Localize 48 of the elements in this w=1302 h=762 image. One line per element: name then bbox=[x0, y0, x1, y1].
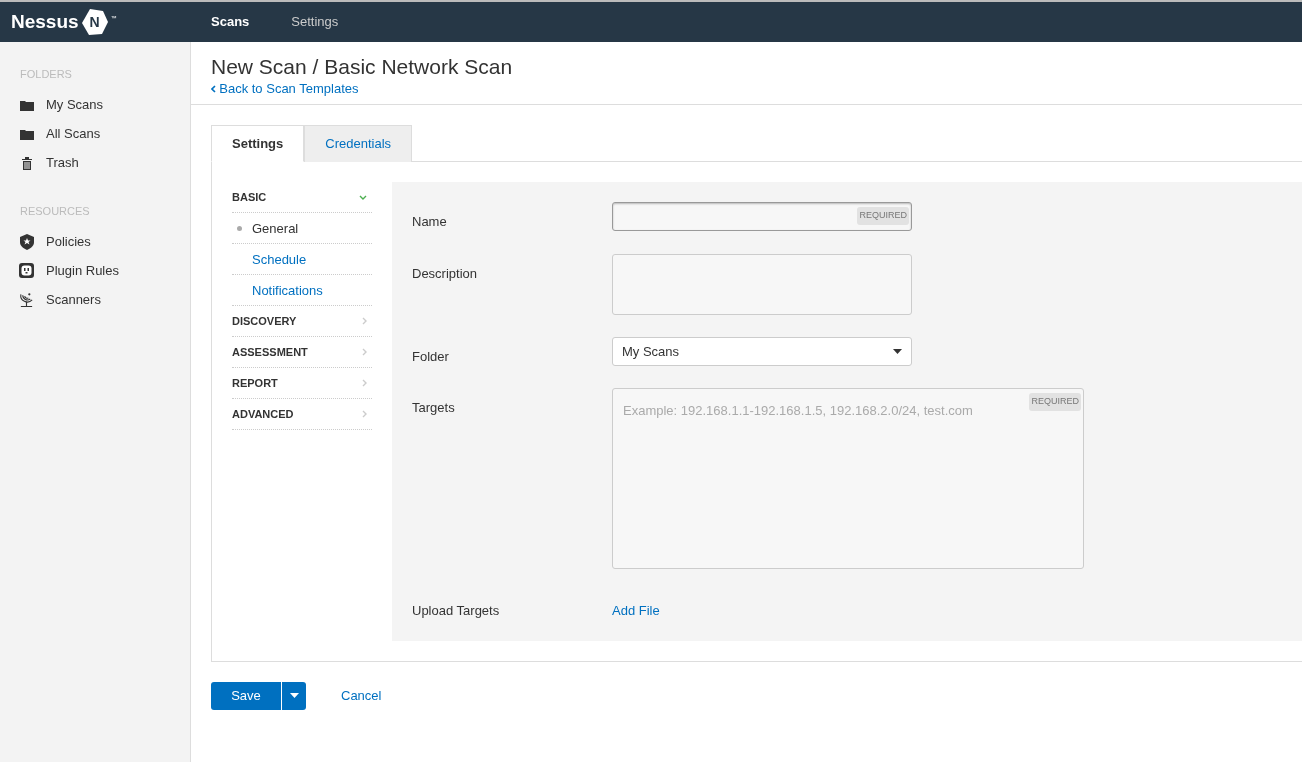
name-field[interactable] bbox=[612, 202, 912, 232]
required-badge: REQUIRED bbox=[1029, 393, 1081, 411]
logo-text: Nessus bbox=[11, 9, 79, 34]
logo-mark: N bbox=[80, 8, 109, 36]
settings-subitem[interactable]: Schedule bbox=[232, 244, 372, 276]
save-options-button[interactable] bbox=[282, 681, 306, 710]
sidebar-item[interactable]: Policies bbox=[0, 227, 190, 256]
settings-section[interactable]: ASSESSMENT bbox=[232, 337, 372, 369]
sidebar-item[interactable]: Plugin Rules bbox=[0, 256, 190, 285]
save-button[interactable]: Save bbox=[211, 681, 281, 710]
field-label: Upload Targets bbox=[412, 603, 500, 619]
field-label: Name bbox=[412, 214, 447, 230]
sidebar-item[interactable]: Scanners bbox=[0, 285, 190, 314]
sidebar-heading: FOLDERS bbox=[19, 67, 73, 82]
sidebar-item[interactable]: My Scans bbox=[0, 90, 190, 120]
bullet-icon bbox=[237, 226, 242, 232]
nav-link[interactable]: Scans bbox=[190, 12, 271, 32]
chevron-left-icon bbox=[211, 85, 216, 94]
required-badge: REQUIRED bbox=[857, 207, 909, 225]
nav-link[interactable]: Settings bbox=[270, 12, 360, 32]
field-label: Folder bbox=[412, 348, 449, 364]
tab[interactable]: Credentials bbox=[304, 124, 413, 163]
folder-select[interactable]: My Scans bbox=[612, 336, 912, 366]
settings-section[interactable]: DISCOVERY bbox=[232, 306, 372, 338]
cancel-link[interactable]: Cancel bbox=[341, 686, 382, 706]
sidebar-item[interactable]: All Scans bbox=[0, 119, 190, 149]
shield-star-icon bbox=[19, 233, 34, 250]
sidebar-item[interactable]: Trash bbox=[0, 148, 190, 178]
add-file-link[interactable]: Add File bbox=[612, 591, 660, 621]
description-field[interactable] bbox=[612, 253, 912, 315]
settings-section[interactable]: BASIC bbox=[232, 182, 372, 214]
settings-section[interactable]: REPORT bbox=[232, 368, 372, 400]
folder-icon bbox=[19, 99, 34, 111]
settings-subitem[interactable]: Notifications bbox=[232, 275, 372, 307]
page-title: New Scan / Basic Network Scan bbox=[211, 54, 514, 80]
trash-icon bbox=[20, 156, 33, 170]
back-link[interactable]: Back to Scan Templates bbox=[211, 79, 359, 99]
caret-down-icon bbox=[893, 348, 902, 354]
field-label: Targets bbox=[412, 400, 455, 416]
sidebar-heading: RESOURCES bbox=[19, 203, 91, 219]
tab[interactable]: Settings bbox=[211, 124, 305, 163]
settings-subitem[interactable]: General bbox=[232, 213, 372, 245]
folder-icon bbox=[19, 128, 34, 140]
satellite-dish-icon bbox=[19, 291, 34, 308]
field-label: Description bbox=[412, 265, 478, 281]
outlet-icon bbox=[19, 263, 34, 278]
settings-section[interactable]: ADVANCED bbox=[232, 399, 372, 431]
caret-down-icon bbox=[289, 693, 299, 699]
